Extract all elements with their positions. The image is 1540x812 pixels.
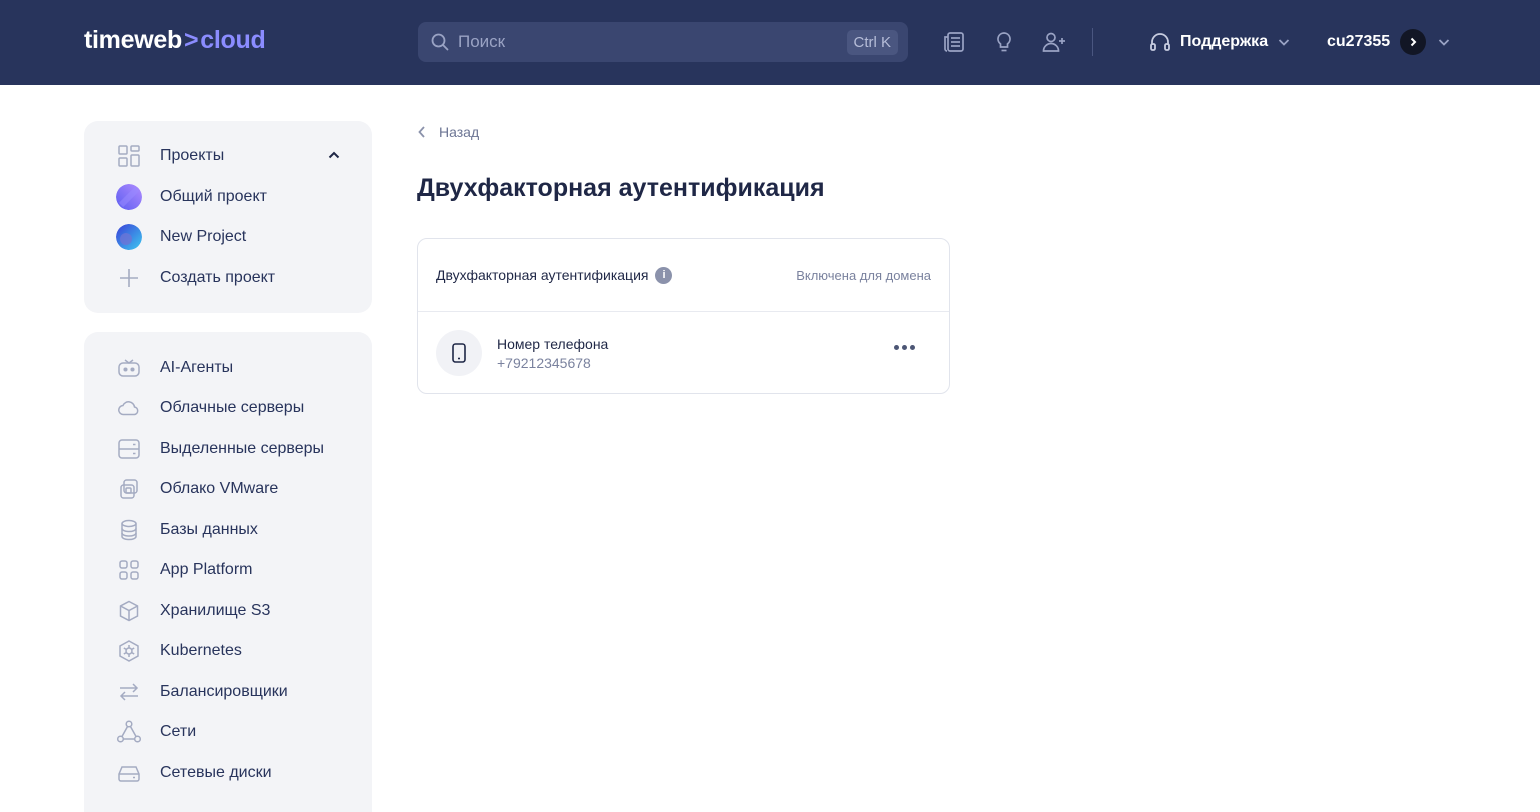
chevron-right-icon <box>1410 37 1417 47</box>
logo-separator: > <box>183 26 199 54</box>
sidebar-item-label: Общий проект <box>160 188 267 205</box>
sidebar-item-label: Kubernetes <box>160 642 242 659</box>
sidebar-item-networks[interactable]: Сети <box>116 718 196 746</box>
page-title: Двухфакторная аутентификация <box>417 174 825 202</box>
header-divider <box>1092 28 1093 56</box>
auth-method-row: Номер телефона +79212345678 <box>436 330 931 376</box>
username: cu27355 <box>1327 33 1391 50</box>
server-icon <box>116 436 142 462</box>
projects-header[interactable]: Проекты <box>116 142 224 170</box>
support-menu[interactable]: Поддержка <box>1148 28 1292 56</box>
projects-label: Проекты <box>160 147 225 164</box>
back-label: Назад <box>439 124 480 140</box>
services-panel: AI-Агенты Облачные серверы Выделенные се… <box>84 332 372 812</box>
dot-icon <box>910 345 915 350</box>
sidebar-item-label: New Project <box>160 228 247 245</box>
news-icon[interactable] <box>940 28 968 56</box>
sidebar-item-dedicated-servers[interactable]: Выделенные серверы <box>116 435 324 463</box>
projects-panel: Проекты Общий проект New Project Создать… <box>84 121 372 313</box>
search-icon <box>431 33 449 51</box>
cloud-icon <box>116 395 142 421</box>
sidebar-item-project-general[interactable]: Общий проект <box>116 183 267 211</box>
sidebar-item-label: AI-Агенты <box>160 359 234 376</box>
robot-icon <box>116 355 142 381</box>
card-heading: Двухфакторная аутентификация i <box>436 266 673 284</box>
create-project-button[interactable]: Создать проект <box>116 264 275 292</box>
auth-method-info: Номер телефона +79212345678 <box>497 336 608 371</box>
sidebar-item-app-platform[interactable]: App Platform <box>116 556 252 584</box>
box-icon <box>116 598 142 624</box>
balancer-arrows-icon <box>116 679 142 705</box>
user-menu[interactable]: cu27355 <box>1327 26 1452 58</box>
info-icon[interactable]: i <box>655 266 673 284</box>
logo[interactable]: timeweb > cloud <box>84 26 266 55</box>
plus-icon <box>116 265 142 291</box>
sidebar-item-kubernetes[interactable]: Kubernetes <box>116 637 242 665</box>
sidebar-item-label: Облако VMware <box>160 480 279 497</box>
search-bar[interactable]: Ctrl K <box>418 22 908 62</box>
sidebar-item-label: Создать проект <box>160 269 276 286</box>
status-text: Включена для домена <box>796 267 931 283</box>
search-shortcut-badge: Ctrl K <box>846 29 898 55</box>
sidebar-item-label: Выделенные серверы <box>160 440 325 457</box>
lightbulb-icon[interactable] <box>990 28 1018 56</box>
sidebar-item-label: Сети <box>160 723 197 740</box>
project-avatar <box>116 224 142 250</box>
support-label: Поддержка <box>1180 33 1269 50</box>
headset-icon <box>1150 33 1170 51</box>
sidebar-item-label: App Platform <box>160 561 253 578</box>
two-factor-card: Двухфакторная аутентификация i Включена … <box>417 238 950 394</box>
chevron-down-icon[interactable] <box>1436 34 1452 50</box>
sidebar-item-balancers[interactable]: Балансировщики <box>116 678 288 706</box>
kubernetes-icon <box>116 638 142 664</box>
sidebar-item-label: Сетевые диски <box>160 764 272 781</box>
vmware-icon <box>116 476 142 502</box>
method-title: Номер телефона <box>497 335 609 352</box>
logo-text: timeweb <box>84 26 182 54</box>
project-avatar <box>116 184 142 210</box>
sidebar-item-label: Балансировщики <box>160 683 288 700</box>
dot-icon <box>902 345 907 350</box>
card-header: Двухфакторная аутентификация i Включена … <box>418 239 949 312</box>
card-heading-text: Двухфакторная аутентификация <box>436 267 649 283</box>
top-header: timeweb > cloud Ctrl K Поддержка cu27355 <box>0 0 1540 85</box>
more-options-button[interactable] <box>888 339 921 356</box>
chevron-up-icon[interactable] <box>326 147 342 163</box>
network-icon <box>116 719 142 745</box>
sidebar-item-ai-agents[interactable]: AI-Агенты <box>116 354 233 382</box>
search-input[interactable] <box>458 32 847 52</box>
sidebar-item-databases[interactable]: Базы данных <box>116 516 258 544</box>
logo-accent-text: cloud <box>200 26 266 54</box>
phone-icon <box>436 330 482 376</box>
sidebar-item-network-disks[interactable]: Сетевые диски <box>116 759 272 787</box>
user-arrow-button[interactable] <box>1400 29 1427 55</box>
dot-icon <box>894 345 899 350</box>
database-icon <box>116 517 142 543</box>
sidebar-item-label: Облачные серверы <box>160 399 305 416</box>
chevron-down-icon <box>1278 39 1290 46</box>
sidebar-item-vmware[interactable]: Облако VMware <box>116 475 278 503</box>
phone-number: +79212345678 <box>497 354 591 371</box>
sidebar-item-project-new[interactable]: New Project <box>116 223 246 251</box>
dashboard-grid-icon <box>116 143 142 169</box>
chevron-left-icon <box>418 126 425 138</box>
disk-icon <box>116 760 142 786</box>
apps-grid-icon <box>116 557 142 583</box>
sidebar-item-label: Базы данных <box>160 521 258 538</box>
sidebar-item-s3-storage[interactable]: Хранилище S3 <box>116 597 270 625</box>
sidebar-item-cloud-servers[interactable]: Облачные серверы <box>116 394 304 422</box>
sidebar-item-label: Хранилище S3 <box>160 602 271 619</box>
add-user-icon[interactable] <box>1040 28 1068 56</box>
back-link[interactable]: Назад <box>417 124 479 140</box>
